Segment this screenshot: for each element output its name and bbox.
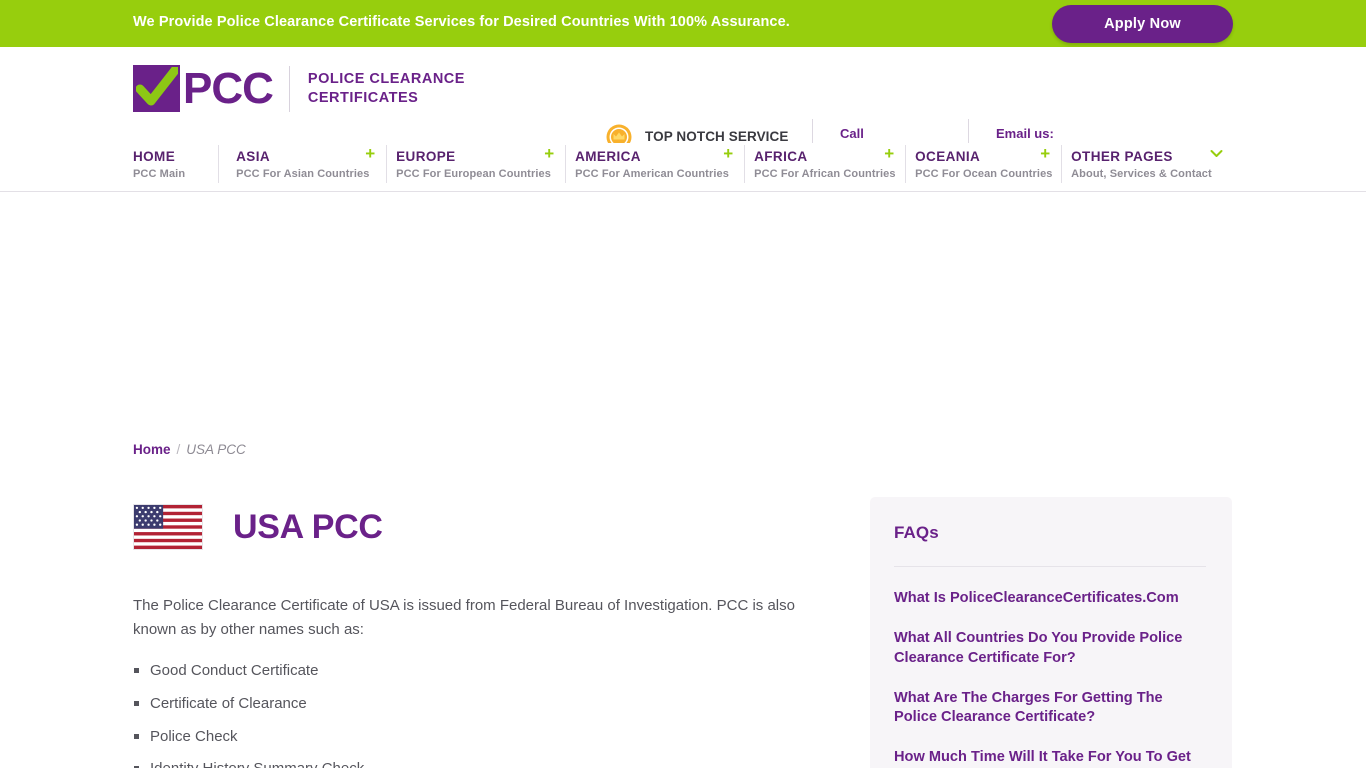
list-item: What Is PoliceClearanceCertificates.Com xyxy=(894,589,1206,608)
list-item: Good Conduct Certificate xyxy=(133,660,823,682)
faq-list: What Is PoliceClearanceCertificates.Com … xyxy=(894,589,1206,768)
page-title-row: USA PCC xyxy=(133,487,823,567)
nav-item-desc: PCC Main xyxy=(133,167,186,180)
plus-icon[interactable]: + xyxy=(544,145,554,162)
list-item: Police Check xyxy=(133,726,823,748)
contact-phone-label: Call xyxy=(840,126,864,141)
nav-item-america[interactable]: AMERICA PCC For American Countries + xyxy=(575,143,746,187)
breadcrumb: Home / USA PCC xyxy=(133,442,246,457)
badge-title: TOP NOTCH SERVICE xyxy=(645,128,789,144)
list-item: Identity History Summary Check xyxy=(133,758,823,768)
alt-names-list: Good Conduct Certificate Certificate of … xyxy=(133,660,823,768)
logo-wordmark: PCC xyxy=(183,63,274,113)
breadcrumb-separator: / xyxy=(176,442,181,457)
site-logo[interactable]: PCC POLICE CLEARANCE CERTIFICATES xyxy=(133,65,465,112)
nav-item-title: ASIA xyxy=(236,149,270,164)
faq-heading: FAQs xyxy=(894,523,939,542)
logo-tagline-line2: CERTIFICATES xyxy=(307,89,419,106)
list-item: Certificate of Clearance xyxy=(133,693,823,715)
logo-tagline-line1: POLICE CLEARANCE xyxy=(307,70,465,87)
nav-item-other-pages[interactable]: OTHER PAGES About, Services & Contact xyxy=(1071,143,1223,187)
nav-item-title: EUROPE xyxy=(396,149,456,164)
nav-item-desc: PCC For European Countries xyxy=(396,167,551,180)
faq-link[interactable]: What Is PoliceClearanceCertificates.Com xyxy=(894,589,1206,608)
nav-item-oceania[interactable]: OCEANIA PCC For Ocean Countries + xyxy=(915,143,1063,187)
nav-item-desc: PCC For African Countries xyxy=(754,167,896,180)
nav-item-africa[interactable]: AFRICA PCC For African Countries + xyxy=(754,143,907,187)
list-item: What All Countries Do You Provide Police… xyxy=(894,629,1206,668)
faq-divider xyxy=(894,566,1206,567)
faq-link[interactable]: What Are The Charges For Getting The Pol… xyxy=(894,689,1206,728)
logo-tagline: POLICE CLEARANCE CERTIFICATES xyxy=(308,70,465,107)
announcement-bar: We Provide Police Clearance Certificate … xyxy=(0,0,1366,47)
main-navigation: HOME PCC Main ASIA PCC For Asian Countri… xyxy=(0,143,1366,192)
page-body: Home / USA PCC USA PCC The Police Cleara… xyxy=(0,192,1366,768)
nav-items-container: HOME PCC Main ASIA PCC For Asian Countri… xyxy=(133,143,1366,192)
nav-item-title: HOME xyxy=(133,149,176,164)
nav-item-title: OCEANIA xyxy=(915,149,981,164)
list-item: How Much Time Will It Take For You To Ge… xyxy=(894,748,1206,768)
apply-now-button[interactable]: Apply Now xyxy=(1052,5,1233,43)
logo-divider xyxy=(288,65,290,112)
announcement-text: We Provide Police Clearance Certificate … xyxy=(133,14,790,30)
usa-flag-icon xyxy=(133,503,203,550)
nav-item-asia[interactable]: ASIA PCC For Asian Countries + xyxy=(236,143,388,187)
nav-item-desc: PCC For American Countries xyxy=(575,167,729,180)
plus-icon[interactable]: + xyxy=(884,145,894,162)
plus-icon[interactable]: + xyxy=(723,145,733,162)
faq-sidebar: FAQs What Is PoliceClearanceCertificates… xyxy=(870,497,1232,768)
nav-item-desc: PCC For Asian Countries xyxy=(236,167,370,180)
nav-item-desc: PCC For Ocean Countries xyxy=(915,167,1053,180)
faq-link[interactable]: How Much Time Will It Take For You To Ge… xyxy=(894,748,1206,768)
contact-email-label: Email us: xyxy=(996,126,1054,141)
site-header: PCC POLICE CLEARANCE CERTIFICATES TOP NO… xyxy=(0,47,1366,161)
nav-item-title: AFRICA xyxy=(754,149,808,164)
nav-item-desc: About, Services & Contact xyxy=(1071,167,1212,180)
faq-link[interactable]: What All Countries Do You Provide Police… xyxy=(894,629,1206,668)
page-title: USA PCC xyxy=(233,507,383,546)
list-item: What Are The Charges For Getting The Pol… xyxy=(894,689,1206,728)
breadcrumb-home-link[interactable]: Home xyxy=(133,442,171,457)
plus-icon[interactable]: + xyxy=(1040,145,1050,162)
plus-icon[interactable]: + xyxy=(365,145,375,162)
nav-item-title: OTHER PAGES xyxy=(1071,149,1173,164)
checkmark-icon xyxy=(133,65,180,112)
nav-item-europe[interactable]: EUROPE PCC For European Countries + xyxy=(396,143,567,187)
nav-item-title: AMERICA xyxy=(575,149,641,164)
chevron-down-icon[interactable] xyxy=(1210,145,1223,163)
main-content: USA PCC The Police Clearance Certificate… xyxy=(133,487,823,768)
intro-paragraph: The Police Clearance Certificate of USA … xyxy=(133,596,795,638)
nav-item-home[interactable]: HOME PCC Main xyxy=(133,143,220,187)
breadcrumb-current: USA PCC xyxy=(186,442,246,457)
